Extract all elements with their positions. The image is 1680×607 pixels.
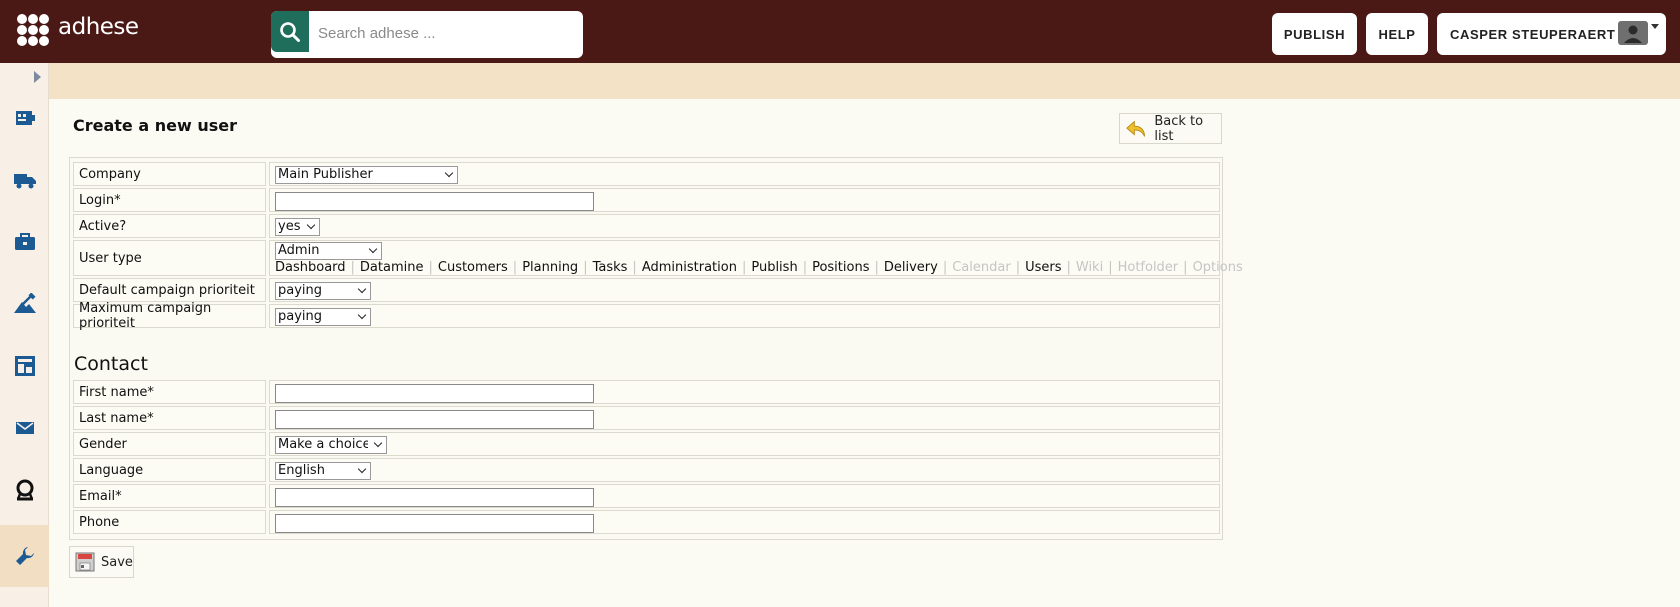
permission-separator: | <box>874 260 879 275</box>
permission-separator: | <box>632 260 637 275</box>
max-prio-label: Maximum campaign prioriteit <box>73 301 266 331</box>
permission-separator: | <box>512 260 518 275</box>
permission-administration: Administration <box>641 260 737 275</box>
search-button[interactable] <box>271 11 309 52</box>
avatar-icon <box>1618 21 1648 45</box>
phone-input[interactable] <box>275 514 594 533</box>
top-header: adhese PUBLISH HELP CASPER STEUPERAERT <box>0 0 1680 63</box>
permission-separator: | <box>583 260 588 275</box>
save-button[interactable]: Save <box>69 546 134 578</box>
page-title: Create a new user <box>73 116 237 135</box>
permission-datamine: Datamine <box>359 260 424 275</box>
back-to-list-label: Back to list <box>1154 113 1204 144</box>
back-arrow-icon <box>1126 120 1145 137</box>
permission-planning: Planning <box>522 260 579 275</box>
save-label: Save <box>101 554 133 570</box>
wrench-icon <box>15 547 34 565</box>
permission-separator: | <box>428 260 433 275</box>
permission-publish: Publish <box>751 260 798 275</box>
sidebar <box>0 63 49 607</box>
inventory-icon <box>15 111 35 125</box>
user-form: Company Main Publisher Login* Active? ye… <box>69 157 1243 540</box>
permission-separator: | <box>1183 260 1188 275</box>
publish-button[interactable]: PUBLISH <box>1272 13 1357 55</box>
phone-label: Phone <box>73 510 266 534</box>
user-menu-button[interactable]: CASPER STEUPERAERT <box>1437 13 1666 55</box>
sidebar-item-mail[interactable] <box>0 397 49 459</box>
permissions-list: Dashboard | Datamine | Customers | Planning | Ta… <box>275 260 1243 275</box>
user-type-label: User type <box>73 240 266 276</box>
sidebar-expand-icon[interactable] <box>34 71 41 83</box>
permission-separator: | <box>741 260 747 275</box>
sidebar-item-inventory[interactable] <box>0 87 49 149</box>
user-type-select[interactable]: Admin <box>275 242 382 260</box>
permission-separator: | <box>1108 260 1113 275</box>
contact-heading: Contact <box>74 353 148 375</box>
search-icon <box>280 21 300 42</box>
sidebar-item-camera[interactable] <box>0 459 49 521</box>
default-prio-label: Default campaign prioriteit <box>73 278 266 302</box>
permission-separator: | <box>802 260 808 275</box>
first-name-input[interactable] <box>275 384 594 403</box>
permission-separator: | <box>1015 260 1021 275</box>
adhese-logo[interactable] <box>16 13 50 47</box>
truck-icon <box>13 174 36 189</box>
language-label: Language <box>73 458 266 482</box>
sidebar-item-administration[interactable] <box>0 211 49 273</box>
permission-users: Users <box>1025 260 1062 275</box>
permission-tasks: Tasks <box>592 260 628 275</box>
help-button[interactable]: HELP <box>1366 13 1428 55</box>
permission-calendar: Calendar <box>952 260 1011 275</box>
email-label: Email* <box>73 484 266 508</box>
login-input[interactable] <box>275 192 594 211</box>
company-label: Company <box>73 162 266 186</box>
language-select[interactable]: English <box>275 462 371 480</box>
sidebar-item-settings[interactable] <box>0 525 49 587</box>
permission-wiki: Wiki <box>1075 260 1104 275</box>
search-input[interactable] <box>318 15 573 51</box>
company-select[interactable]: Main Publisher <box>275 166 458 184</box>
max-prio-select[interactable]: paying <box>275 308 371 326</box>
permission-positions: Positions <box>812 260 870 275</box>
layout-icon <box>14 356 35 376</box>
default-prio-select[interactable]: paying <box>275 282 371 300</box>
back-to-list-button[interactable]: Back to list <box>1119 113 1222 144</box>
gender-label: Gender <box>73 432 266 456</box>
camera-icon <box>16 479 33 501</box>
email-input[interactable] <box>275 488 594 507</box>
permission-dashboard: Dashboard <box>275 260 346 275</box>
active-select[interactable]: yes <box>275 218 320 236</box>
sidebar-item-delivery[interactable] <box>0 149 49 211</box>
sidebar-item-tools[interactable] <box>0 273 49 335</box>
permission-separator: | <box>1066 260 1071 275</box>
permission-delivery: Delivery <box>883 260 938 275</box>
permission-separator: | <box>350 260 355 275</box>
gender-select[interactable]: Make a choice <box>275 436 387 454</box>
login-label: Login* <box>73 188 266 212</box>
tools-icon <box>13 293 36 313</box>
permission-separator: | <box>942 260 948 275</box>
permission-customers: Customers <box>437 260 508 275</box>
mail-icon <box>15 422 34 434</box>
last-name-input[interactable] <box>275 410 594 429</box>
logo-text: adhese <box>58 14 139 40</box>
first-name-label: First name* <box>73 380 266 404</box>
last-name-label: Last name* <box>73 406 266 430</box>
active-label: Active? <box>73 214 266 238</box>
chevron-down-icon <box>1651 24 1659 29</box>
sidebar-item-layout[interactable] <box>0 335 49 397</box>
permission-hotfolder: Hotfolder <box>1117 260 1179 275</box>
top-band <box>49 63 1680 99</box>
briefcase-icon <box>14 233 35 250</box>
save-icon <box>75 552 95 572</box>
permission-options: Options <box>1192 260 1243 275</box>
user-name: CASPER STEUPERAERT <box>1450 26 1616 42</box>
